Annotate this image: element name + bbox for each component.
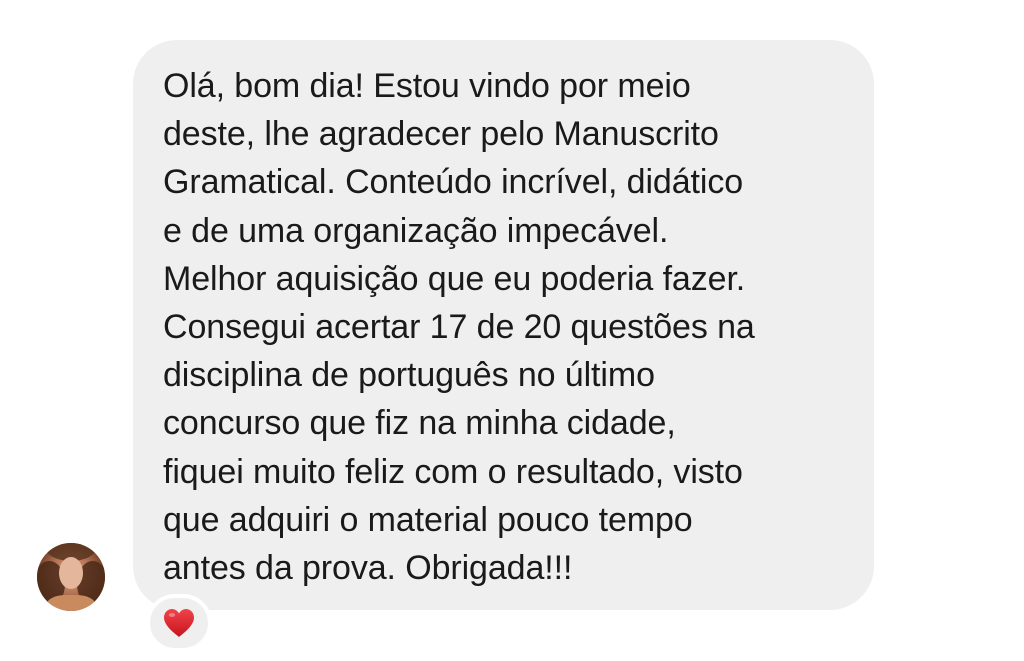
message-line: Consegui acertar 17 de 20 questões na xyxy=(163,308,755,347)
message-line: disciplina de português no último xyxy=(163,356,655,395)
avatar-shirt xyxy=(47,595,95,611)
message-line: Gramatical. Conteúdo incrível, didático xyxy=(163,163,744,202)
chat-area: Olá, bom dia! Estou vindo por meio deste… xyxy=(0,0,1024,661)
message-line: deste, lhe agradecer pelo Manuscrito xyxy=(163,115,719,154)
message-line: antes da prova. Obrigada!!! xyxy=(163,549,573,588)
message-line: Melhor aquisição que eu poderia fazer. xyxy=(163,259,746,298)
sender-avatar[interactable] xyxy=(37,543,105,611)
heart-icon xyxy=(164,609,194,637)
avatar-face xyxy=(59,557,83,589)
message-line: e de uma organização impecável. xyxy=(163,211,669,250)
message-line: fiquei muito feliz com o resultado, vist… xyxy=(163,452,743,491)
message-line: Olá, bom dia! Estou vindo por meio xyxy=(163,67,691,105)
message-bubble[interactable]: Olá, bom dia! Estou vindo por meio deste… xyxy=(133,40,874,610)
message-line: concurso que fiz na minha cidade, xyxy=(163,404,676,443)
reaction-badge[interactable] xyxy=(146,594,212,652)
message-line: que adquiri o material pouco tempo xyxy=(163,500,693,539)
